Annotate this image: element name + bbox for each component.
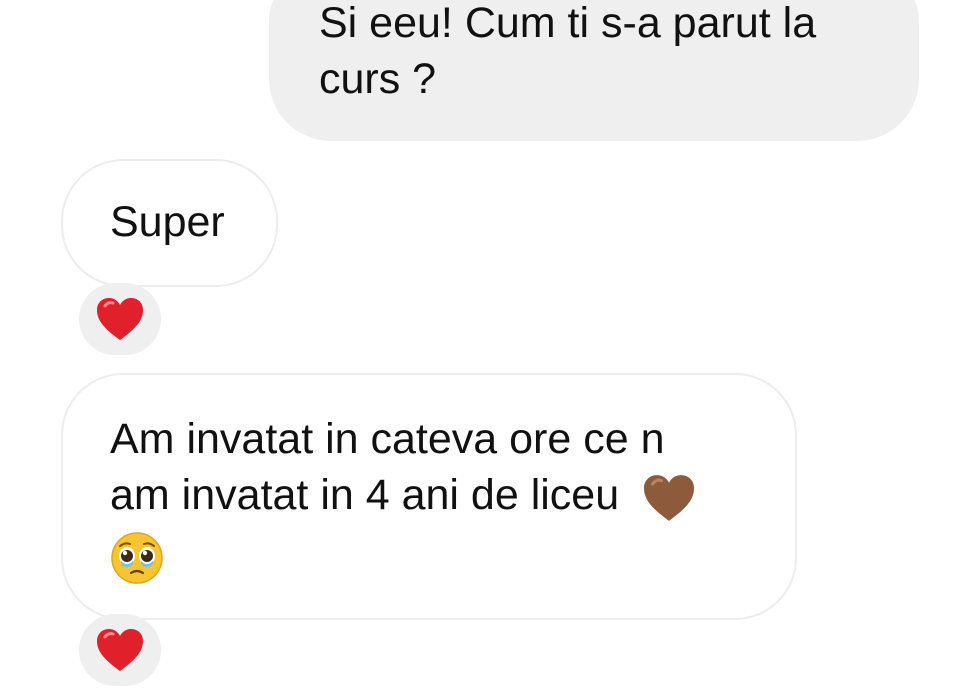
message-text-line: Si eeu! Cum ti s-a parut la xyxy=(319,0,817,47)
reaction-badge[interactable] xyxy=(79,283,161,355)
message-text-line-with-emoji: am invatat in 4 ani de liceu xyxy=(110,467,795,523)
red-heart-icon xyxy=(97,629,143,671)
reaction-badge[interactable] xyxy=(79,614,161,686)
brown-heart-icon xyxy=(644,474,695,521)
incoming-message-bubble[interactable]: Am invatat in cateva ore ce n am invatat… xyxy=(61,373,797,620)
message-text: am invatat in 4 ani de liceu xyxy=(110,471,620,519)
pleading-face-icon xyxy=(111,531,163,584)
outgoing-message-bubble[interactable]: Si eeu! Cum ti s-a parut la curs ? xyxy=(269,0,919,141)
message-text-line: curs ? xyxy=(319,55,437,103)
message-text-line: Super xyxy=(110,198,225,246)
incoming-message-bubble[interactable]: Super xyxy=(61,159,278,287)
message-emoji-line xyxy=(110,523,795,585)
message-text-line: Am invatat in cateva ore ce n xyxy=(110,415,665,463)
red-heart-icon xyxy=(97,298,143,340)
chat-thread: Si eeu! Cum ti s-a parut la curs ? Super… xyxy=(0,0,960,689)
